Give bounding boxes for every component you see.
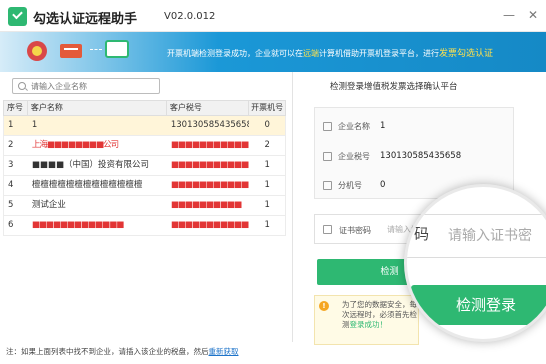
building-icon xyxy=(323,121,332,131)
warning-icon: ! xyxy=(319,301,329,311)
title-bar: 勾选认证远程助手 V02.0.012 — ✕ xyxy=(0,0,546,32)
magnified-cert-input[interactable]: 码 请输入证书密 xyxy=(407,214,546,258)
company-search[interactable] xyxy=(12,78,160,94)
row-tax-id: ■■■■■■■■■■■■■ xyxy=(170,180,249,190)
row-number: 6 xyxy=(8,220,14,230)
company-name-row: 企业名称 1 xyxy=(323,118,385,134)
row-company-name: 测试企业 xyxy=(31,200,66,210)
row-tax-id: ■■■■■■■■■■■■■ xyxy=(170,160,249,170)
table-header: 序号 客户名称 客户税号 开票机号 xyxy=(3,100,286,116)
row-company-name: 上海■■■■■■■■公司 xyxy=(31,140,119,150)
column-header-no: 序号 xyxy=(4,101,28,115)
row-machine-count: 0 xyxy=(264,120,270,130)
chinatax-logo-icon xyxy=(27,41,47,61)
zoom-magnifier: 码 请输入证书密 检测登录 xyxy=(404,184,546,342)
row-number: 2 xyxy=(8,140,14,150)
app-logo-icon xyxy=(8,7,27,26)
table-row[interactable]: 3 ■■■■（中国）投资有限公司 ■■■■■■■■■■■■■ 1 xyxy=(3,156,286,176)
row-company-name: ■■■■■■■■■■■■■ xyxy=(31,220,124,230)
close-icon[interactable]: ✕ xyxy=(525,7,541,23)
refresh-link[interactable]: 重新获取 xyxy=(209,347,239,356)
row-machine-count: 2 xyxy=(264,140,270,150)
row-number: 4 xyxy=(8,180,14,190)
info-banner: 开票机端检测登录成功，企业就可以在远端计算机借助开票机登录平台，进行发票勾选认证 xyxy=(0,32,546,72)
table-row[interactable]: 1 1 130130585435658 0 xyxy=(3,116,286,136)
tax-service-logo-icon xyxy=(60,44,82,58)
panel-title: 检测登录增值税发票选择确认平台 xyxy=(330,82,458,92)
search-input[interactable] xyxy=(31,79,151,93)
branch-row: 分机号 0 xyxy=(323,177,385,193)
notice-text: 为了您的数据安全，每次远程时，必须首先检测登录成功！ xyxy=(342,300,417,329)
row-tax-id: ■■■■■■■■■■■■■ xyxy=(170,140,249,150)
row-number: 3 xyxy=(8,160,14,170)
footer-note: 注：如果上面列表中找不到企业，请插入该企业的税盘，然后重新获取 xyxy=(6,347,239,356)
id-card-icon xyxy=(323,151,332,161)
branch-label: 分机号 xyxy=(338,180,362,190)
row-company-name: 1 xyxy=(31,120,38,130)
panel-divider xyxy=(292,72,293,342)
row-number: 1 xyxy=(8,120,14,130)
search-icon xyxy=(18,82,26,90)
computer-icon xyxy=(105,40,129,58)
column-header-name: 客户名称 xyxy=(28,101,167,115)
cert-password-label: 证书密码 xyxy=(339,226,371,235)
row-tax-id: 130130585435658 xyxy=(170,120,250,130)
column-header-count: 开票机号 xyxy=(251,103,284,112)
app-version: V02.0.012 xyxy=(164,11,216,22)
tax-id-row: 企业税号 130130585435658 xyxy=(323,148,461,164)
column-header-tax: 客户税号 xyxy=(167,101,250,115)
table-row[interactable]: 2 上海■■■■■■■■公司 ■■■■■■■■■■■■■ 2 xyxy=(3,136,286,156)
extension-icon xyxy=(323,180,332,190)
row-machine-count: 1 xyxy=(264,200,270,210)
company-name-value: 1 xyxy=(380,121,386,131)
row-company-name: 檀檀檀檀檀檀檀檀檀檀檀檀檀 xyxy=(31,180,143,190)
company-table: 序号 客户名称 客户税号 开票机号 1 1 130130585435658 0 … xyxy=(3,100,286,236)
table-row[interactable]: 6 ■■■■■■■■■■■■■ ■■■■■■■■■■■■■ 1 xyxy=(3,216,286,236)
connection-arrow-icon xyxy=(90,49,102,53)
banner-message: 开票机端检测登录成功，企业就可以在远端计算机借助开票机登录平台，进行发票勾选认证 xyxy=(167,49,494,59)
magnified-placeholder: 请输入证书密 xyxy=(448,228,532,244)
row-tax-id: ■■■■■■■■■■■■■ xyxy=(170,220,249,230)
company-name-label: 企业名称 xyxy=(338,121,370,131)
table-row[interactable]: 4 檀檀檀檀檀檀檀檀檀檀檀檀檀 ■■■■■■■■■■■■■ 1 xyxy=(3,176,286,196)
app-title: 勾选认证远程助手 xyxy=(33,12,138,27)
tax-id-label: 企业税号 xyxy=(338,151,370,161)
row-machine-count: 1 xyxy=(264,160,270,170)
tax-id-value: 130130585435658 xyxy=(380,151,462,161)
row-tax-id: ■■■■■■■■■■ xyxy=(170,200,242,210)
check-login-button[interactable]: 检测登录 xyxy=(411,285,546,325)
minimize-icon[interactable]: — xyxy=(501,7,517,23)
magnified-label-tail: 码 xyxy=(414,225,430,243)
lock-icon xyxy=(323,225,332,234)
security-notice: ! 为了您的数据安全，每次远程时，必须首先检测登录成功！ xyxy=(314,295,419,345)
branch-value: 0 xyxy=(380,180,386,190)
row-company-name: ■■■■（中国）投资有限公司 xyxy=(31,160,149,170)
row-machine-count: 1 xyxy=(264,180,270,190)
row-machine-count: 1 xyxy=(264,220,270,230)
table-row[interactable]: 5 测试企业 ■■■■■■■■■■ 1 xyxy=(3,196,286,216)
row-number: 5 xyxy=(8,200,14,210)
